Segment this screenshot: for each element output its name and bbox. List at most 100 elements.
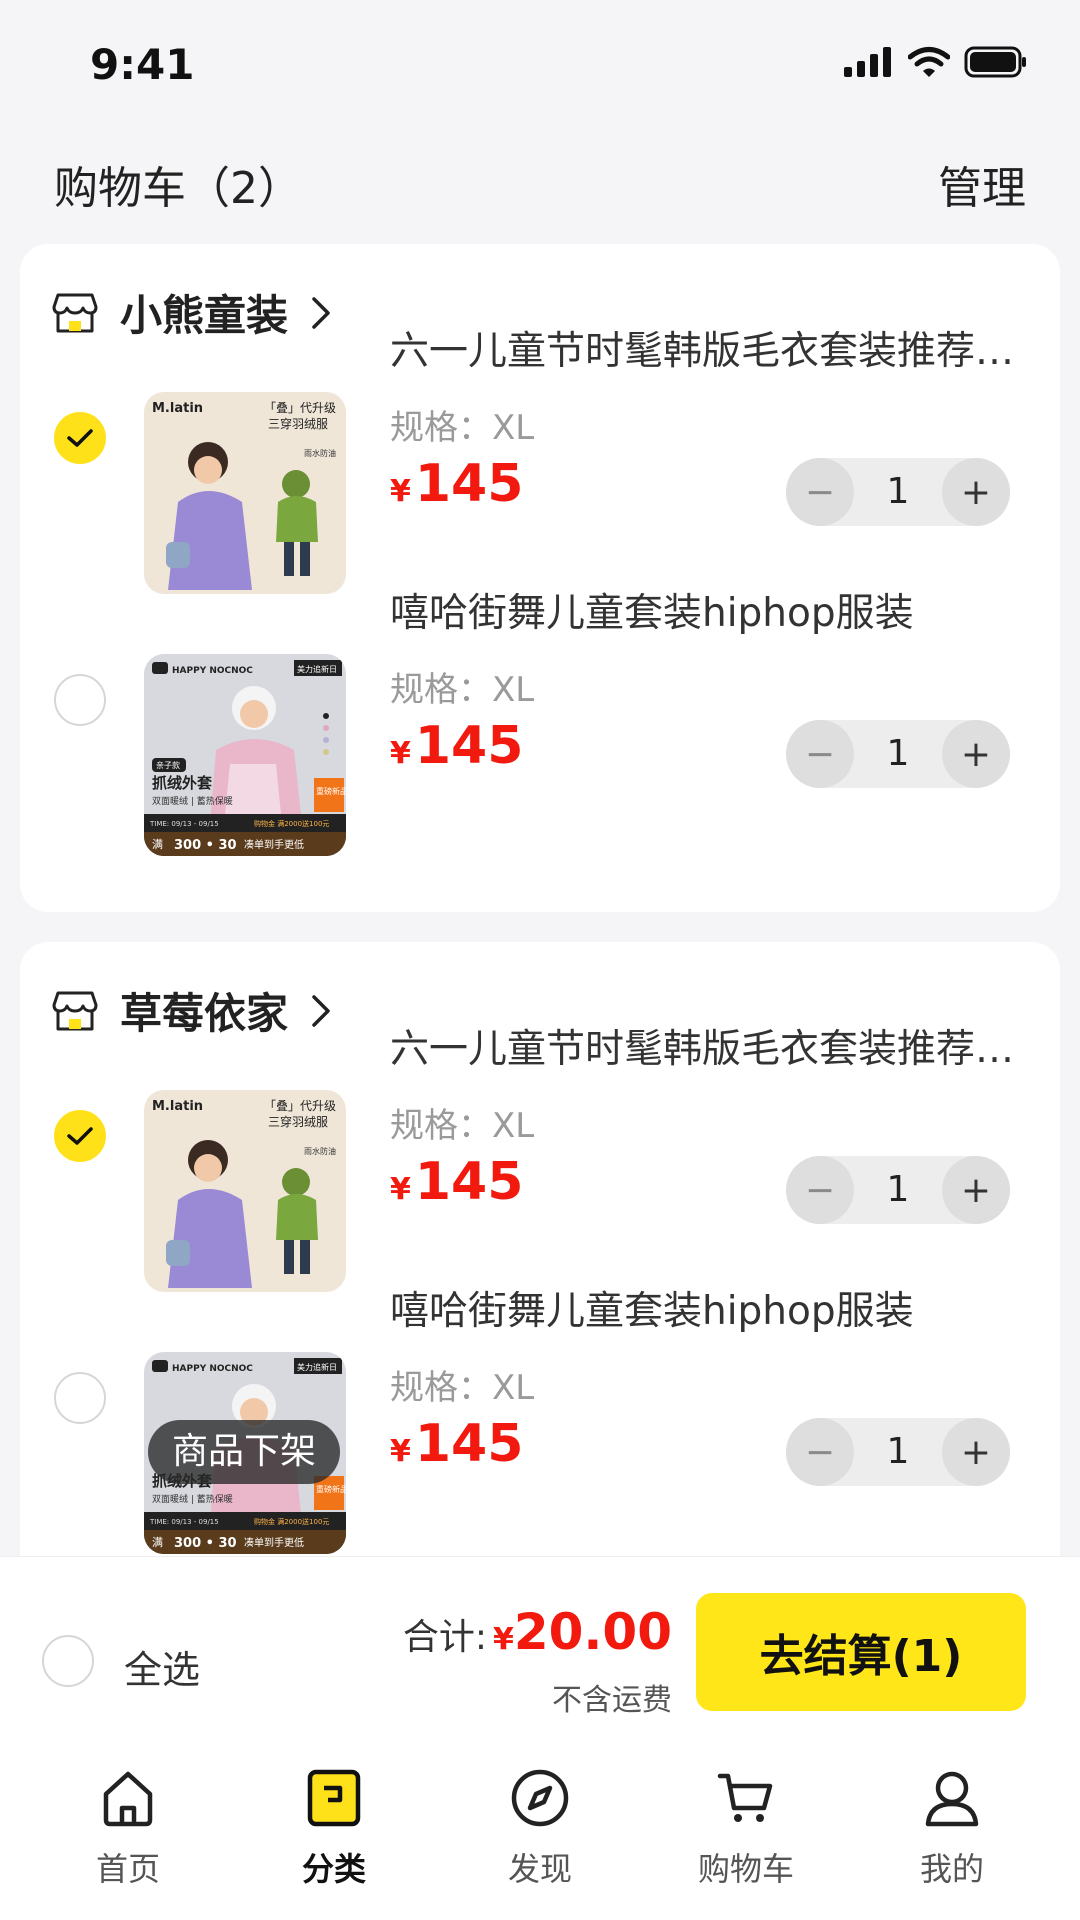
decrease-button[interactable]: −	[786, 720, 854, 788]
quantity-value[interactable]: 1	[854, 458, 942, 526]
promo-value: 300 • 30	[174, 838, 237, 853]
decrease-button[interactable]: −	[786, 458, 854, 526]
product-title[interactable]: 六一儿童节时髦韩版毛衣套装推荐…	[390, 320, 1050, 376]
product-subline: 三穿羽绒服	[268, 416, 328, 431]
cart-item: M.latin 「叠」代升级 三穿羽绒服 雨水防油 六一儿童节时髦韩版毛衣套装推…	[20, 318, 1060, 594]
total-label: 合计:	[402, 1617, 487, 1658]
decrease-button[interactable]: −	[786, 1418, 854, 1486]
product-subline: 三穿羽绒服	[268, 1114, 328, 1129]
product-brand: M.latin	[152, 1099, 203, 1114]
status-time: 9:41	[90, 40, 195, 89]
promo-time: TIME: 09/13 - 09/15	[149, 820, 219, 828]
currency-symbol: ¥	[390, 474, 411, 509]
product-brand: M.latin	[152, 401, 203, 416]
cart-item: HAPPY NOCNOC 美力追新日 亲子款 抓绒外套 双面暖绒 | 蓄热保暖 …	[20, 580, 1060, 856]
increase-button[interactable]: +	[942, 1156, 1010, 1224]
promo-coupon: 购物金 满2000送100元	[254, 819, 329, 828]
product-image-jacket: M.latin 「叠」代升级 三穿羽绒服 雨水防油	[144, 1090, 346, 1292]
tab-label: 发现	[507, 1850, 572, 1888]
total-line: 合计: ¥ 20.00	[403, 1603, 672, 1661]
compass-icon	[511, 1769, 569, 1827]
manage-button[interactable]: 管理	[938, 152, 1026, 216]
tab-category[interactable]: 分类	[254, 1766, 414, 1890]
wifi-icon	[908, 47, 950, 77]
product-title[interactable]: 六一儿童节时髦韩版毛衣套装推荐…	[390, 1018, 1050, 1074]
price-value: 145	[414, 716, 524, 776]
product-spec: 规格：XL	[390, 1106, 535, 1146]
product-headline: 「叠」代升级	[264, 401, 336, 415]
category-icon	[307, 1769, 361, 1827]
product-tag: 雨水防油	[304, 1146, 336, 1156]
product-spec: 规格：XL	[390, 670, 535, 710]
price-value: 145	[414, 454, 524, 514]
tab-home[interactable]: 首页	[48, 1766, 208, 1890]
product-title[interactable]: 嘻哈街舞儿童套装hiphop服装	[390, 1280, 1050, 1336]
item-checkbox[interactable]	[54, 674, 106, 726]
product-image[interactable]: HAPPY NOCNOC 美力追新日 亲子款 抓绒外套 双面暖绒 | 蓄热保暖 …	[144, 654, 346, 856]
cart-icon	[717, 1773, 773, 1822]
promo-right: 凑单到手更低	[244, 1536, 304, 1549]
product-price: ¥ 145	[390, 1152, 523, 1212]
promo-coupon: 购物金 满2000送100元	[254, 1517, 329, 1526]
product-spec: 规格：XL	[390, 408, 535, 448]
price-value: 145	[414, 1152, 524, 1212]
currency-symbol: ¥	[390, 736, 411, 771]
product-image[interactable]: M.latin 「叠」代升级 三穿羽绒服 雨水防油	[144, 1090, 346, 1292]
product-side-badge: 重磅新品	[316, 786, 346, 796]
item-checkbox[interactable]	[54, 1372, 106, 1424]
check-icon	[67, 429, 93, 447]
select-all-label[interactable]: 全选	[124, 1639, 200, 1694]
page-title: 购物车（2）	[54, 163, 302, 214]
tab-label: 购物车	[697, 1850, 794, 1888]
checkout-button[interactable]: 去结算(1)	[696, 1593, 1026, 1711]
product-title[interactable]: 嘻哈街舞儿童套装hiphop服装	[390, 582, 1050, 638]
product-image-fleece: HAPPY NOCNOC 美力追新日 亲子款 抓绒外套 双面暖绒 | 蓄热保暖 …	[144, 654, 346, 856]
product-brand: HAPPY NOCNOC	[172, 1364, 253, 1374]
item-checkbox-checked[interactable]	[54, 412, 106, 464]
product-brand: HAPPY NOCNOC	[172, 666, 253, 676]
quantity-stepper: − 1 +	[786, 1418, 1010, 1486]
tab-label: 首页	[95, 1850, 160, 1888]
product-subline: 双面暖绒 | 蓄热保暖	[152, 1493, 233, 1505]
product-side-badge: 重磅新品	[316, 1484, 346, 1494]
off-shelf-badge: 商品下架	[148, 1420, 340, 1484]
tab-label: 分类	[301, 1850, 366, 1888]
product-image[interactable]: HAPPY NOCNOC 美力追新日 抓绒外套 双面暖绒 | 蓄热保暖 重磅新品…	[144, 1352, 346, 1554]
increase-button[interactable]: +	[942, 458, 1010, 526]
currency-symbol: ¥	[390, 1172, 411, 1207]
cart-item: M.latin 「叠」代升级 三穿羽绒服 雨水防油 六一儿童节时髦韩版毛衣套装推…	[20, 1016, 1060, 1292]
product-image-jacket: M.latin 「叠」代升级 三穿羽绒服 雨水防油	[144, 392, 346, 594]
select-all-checkbox[interactable]	[42, 1635, 94, 1687]
quantity-stepper: − 1 +	[786, 458, 1010, 526]
check-icon	[67, 1127, 93, 1145]
promo-time: TIME: 09/13 - 09/15	[149, 1518, 219, 1526]
status-bar: 9:41	[0, 0, 1080, 130]
quantity-value[interactable]: 1	[854, 1418, 942, 1486]
product-subline: 双面暖绒 | 蓄热保暖	[152, 795, 233, 807]
quantity-stepper: − 1 +	[786, 1156, 1010, 1224]
home-icon	[103, 1771, 153, 1827]
cart-item: HAPPY NOCNOC 美力追新日 抓绒外套 双面暖绒 | 蓄热保暖 重磅新品…	[20, 1278, 1060, 1554]
total-value: 20.00	[513, 1603, 672, 1661]
increase-button[interactable]: +	[942, 1418, 1010, 1486]
tab-discover[interactable]: 发现	[460, 1766, 620, 1890]
product-tag: 雨水防油	[304, 448, 336, 458]
increase-button[interactable]: +	[942, 720, 1010, 788]
store-card: 小熊童装 M.latin 「叠」代升级 三穿羽绒服 雨水防油 六一儿童节时髦韩版…	[20, 244, 1060, 912]
item-checkbox-checked[interactable]	[54, 1110, 106, 1162]
product-price: ¥ 145	[390, 1414, 523, 1474]
tab-cart[interactable]: 购物车	[666, 1766, 826, 1890]
product-corner-tag: 美力追新日	[297, 664, 337, 674]
decrease-button[interactable]: −	[786, 1156, 854, 1224]
quantity-value[interactable]: 1	[854, 1156, 942, 1224]
promo-left: 满	[152, 838, 163, 851]
product-image[interactable]: M.latin 「叠」代升级 三穿羽绒服 雨水防油	[144, 392, 346, 594]
tab-profile[interactable]: 我的	[872, 1766, 1032, 1890]
quantity-value[interactable]: 1	[854, 720, 942, 788]
product-corner-tag: 美力追新日	[297, 1362, 337, 1372]
signal-icon	[844, 47, 891, 77]
quantity-stepper: − 1 +	[786, 720, 1010, 788]
store-card: 草莓依家 M.latin 「叠」代升级 三穿羽绒服 雨水防油 六一儿童节时髦韩版…	[20, 942, 1060, 1582]
price-value: 145	[414, 1414, 524, 1474]
battery-icon	[964, 46, 1026, 78]
